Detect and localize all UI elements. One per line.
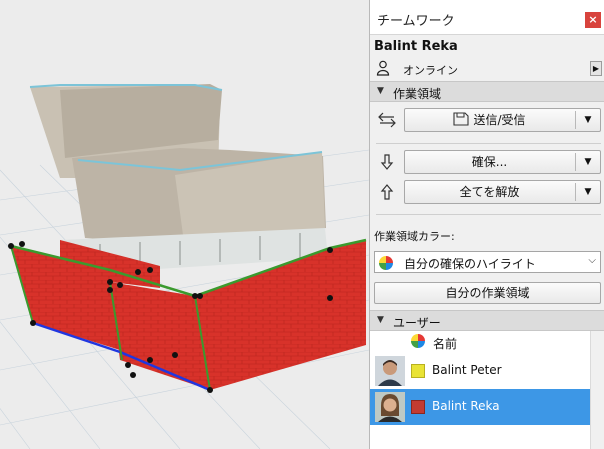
avatar (375, 356, 405, 386)
palette-title: チームワーク (377, 14, 455, 29)
release-all-label[interactable]: 全てを解放 (405, 181, 574, 203)
column-name-label: 名前 (433, 337, 458, 351)
user-list-scrollbar[interactable] (590, 331, 604, 449)
user-color-swatch (411, 400, 425, 414)
reserve-row: 確保... ▼ (370, 150, 604, 174)
workspace-color-label: 作業領域カラー: (374, 230, 455, 243)
send-receive-main[interactable]: 送信/受信 (405, 109, 574, 131)
release-row: 全てを解放 ▼ (370, 180, 604, 204)
color-wheel-icon (410, 333, 426, 352)
teamwork-palette: チームワーク × Balint Reka オンライン ▶ ▼ 作業領域 送信/受… (369, 0, 604, 449)
workspace-color-value: 自分の確保のハイライト (404, 257, 536, 271)
reserve-dropdown-icon[interactable]: ▼ (576, 151, 600, 173)
user-name: Balint Peter (432, 363, 502, 377)
3d-viewport[interactable] (0, 0, 369, 449)
user-color-swatch (411, 364, 425, 378)
reserve-label[interactable]: 確保... (405, 151, 574, 173)
list-item[interactable]: Balint Peter (370, 353, 590, 389)
send-receive-button[interactable]: 送信/受信 ▼ (404, 108, 601, 132)
users-section-header[interactable]: ▼ ユーザー (370, 310, 604, 331)
building-model[interactable] (0, 0, 369, 449)
send-receive-row: 送信/受信 ▼ (370, 108, 604, 132)
divider (376, 214, 601, 215)
user-name: Balint Reka (432, 399, 500, 413)
workspace-section-label: 作業領域 (393, 87, 442, 101)
status-menu-arrow-icon[interactable]: ▶ (590, 61, 602, 76)
user-list: 名前 Balint Peter Balint Reka (370, 331, 590, 449)
divider (376, 143, 601, 144)
person-icon (376, 60, 390, 79)
workspace-color-select[interactable]: 自分の確保のハイライト ⌵ (374, 251, 601, 273)
my-workspace-button[interactable]: 自分の作業領域 (374, 282, 601, 304)
workspace-section-header[interactable]: ▼ 作業領域 (370, 81, 604, 102)
save-disk-icon (453, 112, 470, 126)
collapse-triangle-icon[interactable]: ▼ (377, 315, 384, 325)
list-item[interactable]: Balint Reka (370, 389, 590, 425)
arrows-exchange-icon (377, 111, 397, 132)
arrow-up-icon (377, 183, 397, 204)
avatar (375, 392, 405, 422)
release-dropdown-icon[interactable]: ▼ (576, 181, 600, 203)
color-wheel-icon (378, 255, 394, 274)
close-icon[interactable]: × (585, 12, 601, 28)
user-list-header[interactable]: 名前 (370, 331, 590, 353)
release-all-button[interactable]: 全てを解放 ▼ (404, 180, 601, 204)
arrow-down-icon (377, 153, 397, 174)
reserve-button[interactable]: 確保... ▼ (404, 150, 601, 174)
send-receive-dropdown-icon[interactable]: ▼ (576, 109, 600, 131)
online-status: オンライン (403, 64, 458, 77)
status-row: オンライン ▶ (370, 59, 604, 79)
chevron-down-icon[interactable]: ⌵ (588, 255, 596, 266)
palette-titlebar[interactable]: チームワーク × (370, 0, 604, 35)
current-user-name: Balint Reka (374, 39, 458, 54)
send-receive-label: 送信/受信 (473, 113, 526, 127)
users-section-label: ユーザー (393, 316, 441, 330)
collapse-triangle-icon[interactable]: ▼ (377, 86, 384, 96)
